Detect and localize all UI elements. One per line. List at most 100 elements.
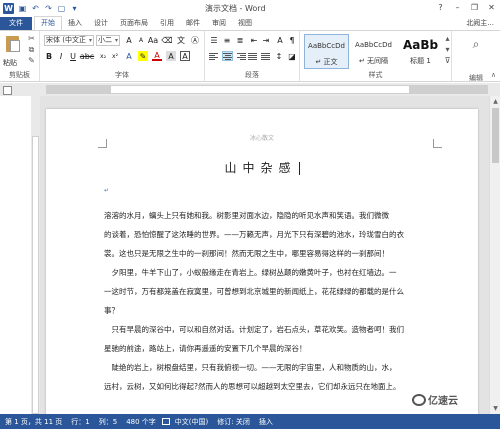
- body-line: 事？: [104, 306, 119, 315]
- restore-button[interactable]: ❐: [466, 0, 483, 14]
- document-workspace: 冰心散文 山中杂感 ↵ 溶溶的水月，螭头上只有她和我。树影里对面水边，隐隐的听见…: [40, 96, 489, 414]
- decrease-indent-icon[interactable]: ⇤: [249, 35, 259, 45]
- document-body[interactable]: 溶溶的水月，螭头上只有她和我。树影里对面水边，隐隐的听见水声和笑语。我们微微 的…: [104, 206, 404, 396]
- vertical-scrollbar[interactable]: ▲ ▼: [489, 96, 500, 414]
- ruler-toggle-icon[interactable]: [3, 86, 12, 95]
- qat-more-icon[interactable]: ▾: [70, 4, 79, 13]
- horizontal-ruler[interactable]: [110, 85, 410, 94]
- undo-icon[interactable]: ↶: [31, 4, 40, 13]
- increase-indent-icon[interactable]: ⇥: [261, 35, 271, 45]
- minimize-button[interactable]: –: [449, 0, 466, 14]
- text-effects-icon[interactable]: A: [124, 51, 134, 61]
- ribbon: 粘贴 ✂ ⧉ ✎ 剪贴板 宋体 (中文正 ▾ 小二 ▾ A A Aa ⌫ 文 Ⓐ…: [0, 30, 500, 82]
- show-marks-icon[interactable]: ¶: [287, 35, 297, 45]
- enclose-character-icon[interactable]: Ⓐ: [190, 35, 200, 45]
- tab-view[interactable]: 视图: [232, 17, 258, 30]
- close-button[interactable]: ✕: [483, 0, 500, 14]
- word-count[interactable]: 480 个字: [126, 417, 156, 427]
- align-right-icon[interactable]: [235, 51, 246, 61]
- scroll-thumb[interactable]: [492, 108, 499, 163]
- ribbon-tabs: 文件 开始 插入 设计 页面布局 引用 邮件 审阅 视图 北阙主...: [0, 16, 500, 30]
- redo-icon[interactable]: ↷: [44, 4, 53, 13]
- clear-format-icon[interactable]: ⌫: [161, 35, 172, 45]
- new-document-icon[interactable]: ▢: [57, 4, 66, 13]
- document-title[interactable]: 山中杂感: [46, 159, 478, 176]
- document-page[interactable]: 冰心散文 山中杂感 ↵ 溶溶的水月，螭头上只有她和我。树影里对面水边，隐隐的听见…: [46, 109, 478, 414]
- align-center-icon[interactable]: [222, 51, 233, 61]
- paragraph-group-label: 段落: [245, 71, 259, 79]
- character-shading-icon[interactable]: A: [166, 51, 176, 61]
- multilevel-list-icon[interactable]: ≣: [235, 35, 245, 45]
- chinese-layout-icon[interactable]: A: [275, 35, 285, 45]
- styles-more-icon[interactable]: ⊽: [443, 56, 452, 65]
- paste-button[interactable]: [4, 34, 22, 56]
- change-case-icon[interactable]: Aa: [148, 35, 158, 45]
- save-icon[interactable]: ▣: [18, 4, 27, 13]
- bullets-icon[interactable]: ☰: [209, 35, 219, 45]
- style-heading-1[interactable]: AaBb 标题 1: [398, 34, 443, 69]
- grow-font-icon[interactable]: A: [124, 35, 134, 45]
- proofing-icon[interactable]: [161, 418, 170, 425]
- line-spacing-icon[interactable]: ↕: [274, 51, 284, 61]
- tab-design[interactable]: 设计: [88, 17, 114, 30]
- tab-mailings[interactable]: 邮件: [180, 17, 206, 30]
- scroll-up-icon[interactable]: ▲: [491, 97, 500, 106]
- underline-button[interactable]: U: [68, 51, 78, 61]
- font-color-button[interactable]: A: [152, 51, 162, 61]
- tab-references[interactable]: 引用: [154, 17, 180, 30]
- superscript-icon[interactable]: x²: [110, 51, 120, 61]
- italic-button[interactable]: I: [56, 51, 66, 61]
- user-account[interactable]: 北阙主...: [466, 18, 494, 28]
- tab-home[interactable]: 开始: [34, 16, 62, 30]
- phonetic-guide-icon[interactable]: 文: [176, 35, 186, 45]
- tab-review[interactable]: 审阅: [206, 17, 232, 30]
- window-controls: ? – ❐ ✕: [432, 0, 500, 14]
- styles-scroll-down-icon[interactable]: ▾: [443, 45, 452, 54]
- tab-file[interactable]: 文件: [0, 17, 32, 30]
- font-family-select[interactable]: 宋体 (中文正 ▾: [44, 35, 94, 46]
- track-changes-indicator[interactable]: 修订: 关闭: [217, 417, 250, 427]
- font-group: 宋体 (中文正 ▾ 小二 ▾ A A Aa ⌫ 文 Ⓐ B I U abc x₂…: [40, 31, 205, 81]
- page-indicator[interactable]: 第 1 页，共 11 页: [5, 417, 62, 427]
- watermark-logo-icon: [412, 393, 426, 406]
- shrink-font-icon[interactable]: A: [136, 35, 146, 45]
- insert-mode-indicator[interactable]: 插入: [259, 417, 273, 427]
- chevron-down-icon: ▾: [88, 37, 92, 44]
- cut-icon[interactable]: ✂: [27, 34, 36, 43]
- vertical-ruler: [31, 96, 40, 414]
- body-line: 的谈着，恐怕惊醒了这浓睡的世界。——万籁无声，月光下只有深碧的池水，玲珑雪白的衣: [104, 230, 404, 239]
- distributed-icon[interactable]: [261, 51, 272, 61]
- character-border-icon[interactable]: A: [180, 51, 190, 61]
- strikethrough-icon[interactable]: abc: [80, 51, 94, 61]
- numbering-icon[interactable]: ≡: [222, 35, 232, 45]
- styles-scroll-up-icon[interactable]: ▴: [443, 34, 452, 43]
- bold-button[interactable]: B: [44, 51, 54, 61]
- style-normal[interactable]: AaBbCcDd ↵ 正文: [304, 34, 349, 69]
- body-line: 夕阳里，牛羊下山了，小蚁般缘走在青岩上。绿树丛颠的嫩黄叶子，也衬在红墙边。一: [104, 268, 397, 277]
- highlight-icon[interactable]: ✎: [138, 51, 148, 61]
- status-bar: 第 1 页，共 11 页 行：1 列：5 480 个字 中文(中国) 修订: 关…: [0, 414, 500, 429]
- horizontal-ruler-bar: [0, 83, 500, 96]
- help-button[interactable]: ?: [432, 0, 449, 14]
- subscript-icon[interactable]: x₂: [98, 51, 108, 61]
- shading-icon[interactable]: ◪: [287, 51, 297, 61]
- format-painter-icon[interactable]: ✎: [27, 56, 36, 65]
- find-icon[interactable]: ⌕: [470, 37, 482, 51]
- paper-icon: [10, 40, 20, 52]
- collapse-ribbon-icon[interactable]: ∧: [491, 71, 496, 79]
- tab-page-layout[interactable]: 页面布局: [114, 17, 154, 30]
- chevron-down-icon: ▾: [114, 37, 118, 44]
- justify-icon[interactable]: [248, 51, 259, 61]
- styles-group: AaBbCcDd ↵ 正文 AaBbCcDd ↵ 无间隔 AaBb 标题 1 ▴…: [300, 31, 452, 81]
- font-size-select[interactable]: 小二 ▾: [96, 35, 120, 46]
- ruler-left-margin: [46, 85, 110, 94]
- align-left-icon[interactable]: [209, 51, 220, 61]
- language-indicator[interactable]: 中文(中国): [175, 417, 208, 427]
- style-preview: AaBbCcDd: [355, 41, 392, 49]
- vertical-ruler-scale: [32, 136, 39, 414]
- copy-icon[interactable]: ⧉: [27, 45, 36, 54]
- tab-insert[interactable]: 插入: [62, 17, 88, 30]
- style-no-spacing[interactable]: AaBbCcDd ↵ 无间隔: [351, 34, 396, 69]
- style-preview: AaBb: [402, 38, 439, 52]
- scroll-down-icon[interactable]: ▼: [491, 404, 500, 413]
